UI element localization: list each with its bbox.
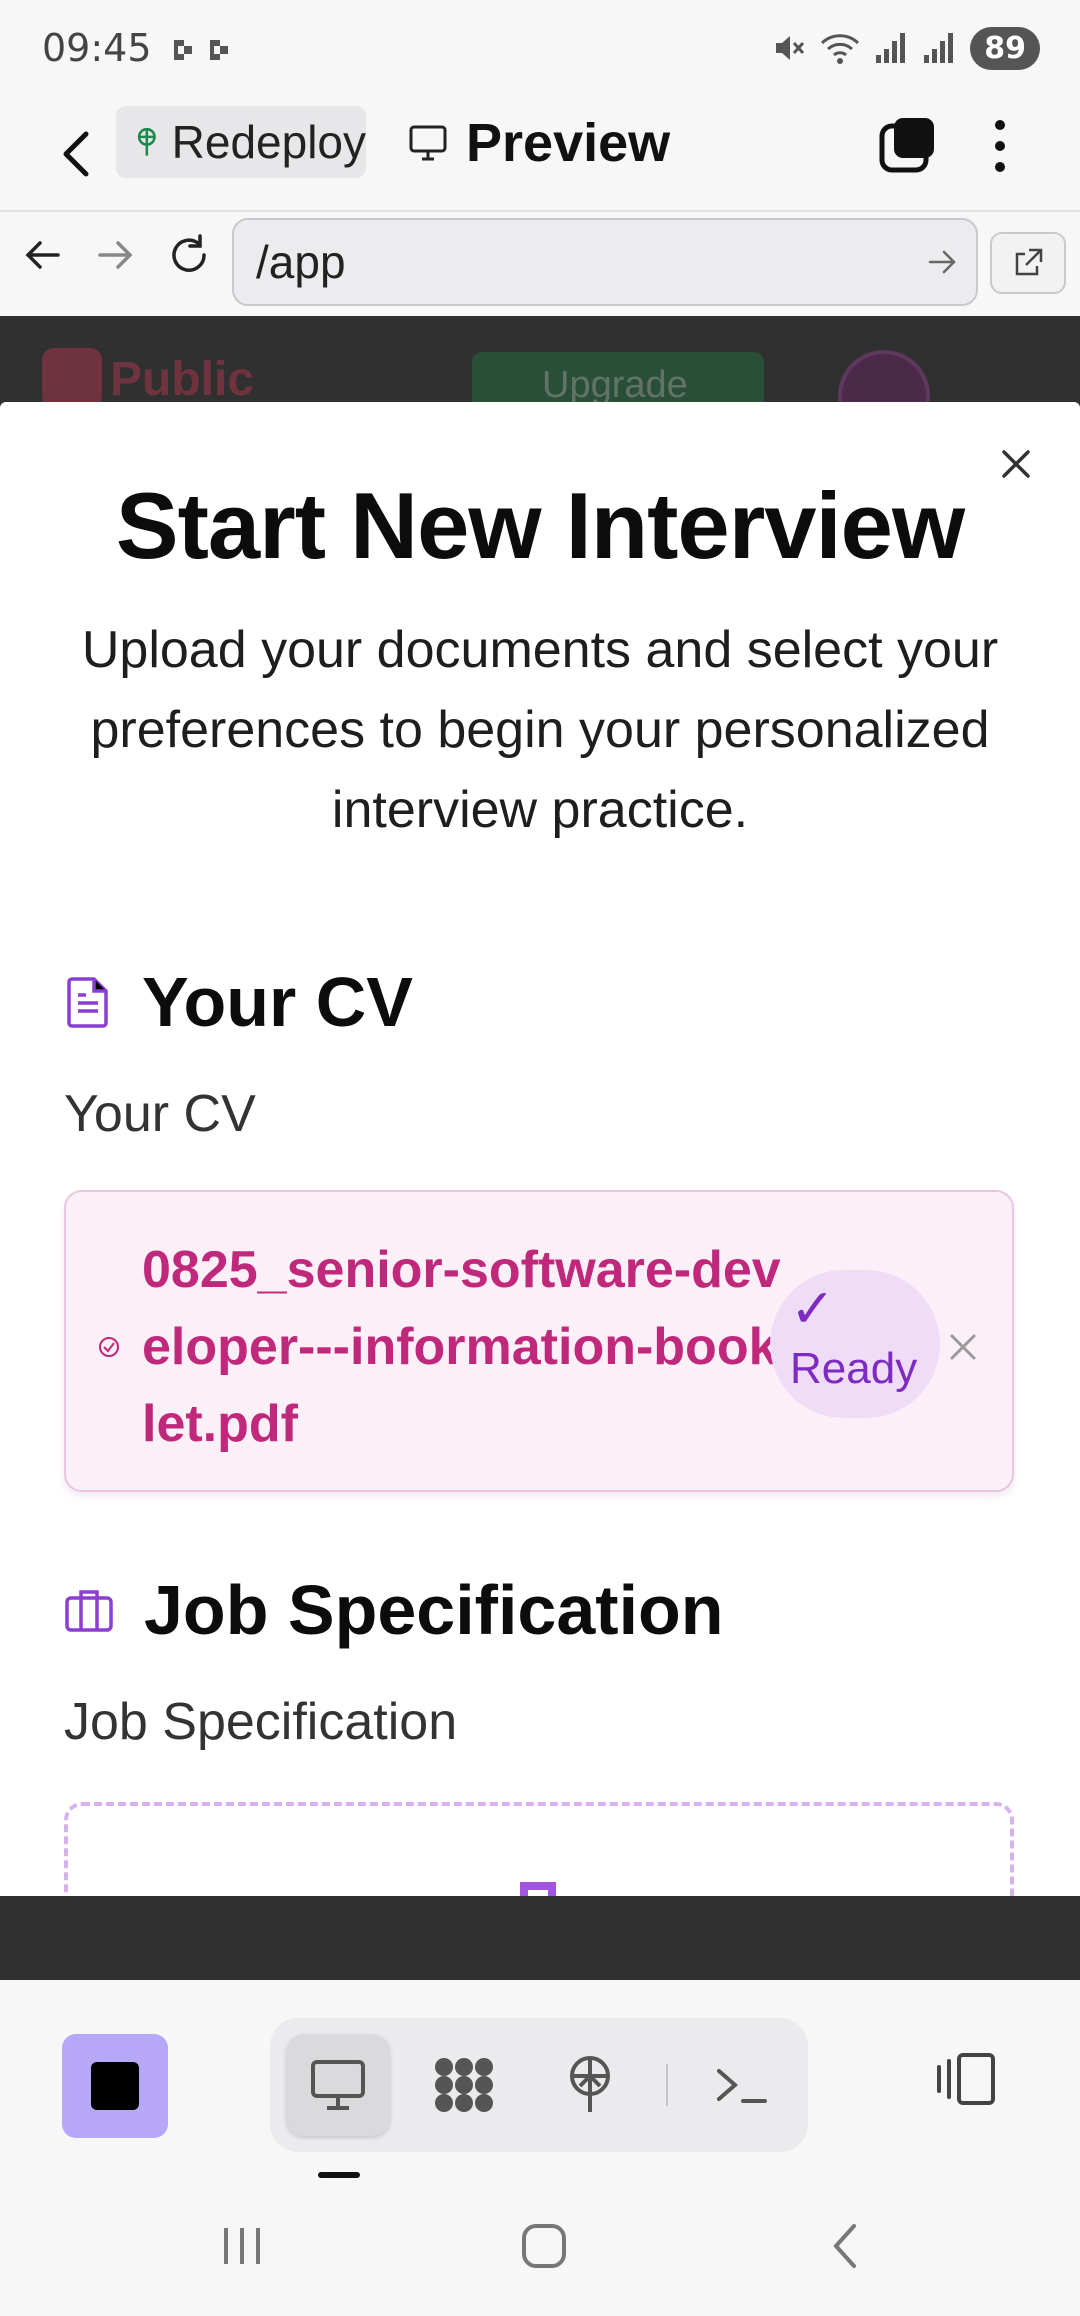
signal-icon [876, 33, 906, 63]
preview-tab[interactable]: Preview [408, 108, 670, 178]
remove-file-icon[interactable] [946, 1330, 980, 1364]
bottom-toolbar [0, 1980, 1080, 2180]
split-view-button[interactable] [928, 2036, 1004, 2122]
mute-icon [776, 36, 805, 60]
stop-button[interactable] [62, 2034, 168, 2138]
cv-section-heading: Your CV [64, 962, 413, 1042]
reload-icon[interactable] [164, 230, 214, 280]
app-bar: Redeploy Preview [0, 96, 1080, 212]
cv-file-card: 0825_senior-software-developer---informa… [64, 1190, 1014, 1492]
job-section-heading: Job Specification [64, 1570, 724, 1650]
monitor-icon [409, 125, 447, 161]
browser-bar [0, 212, 1080, 316]
background-app-header: Public Upgrade [0, 316, 1080, 442]
home-icon[interactable] [514, 2216, 574, 2276]
wifi-icon [821, 34, 860, 64]
signal-icon-2 [924, 33, 954, 63]
monitor-icon [311, 2060, 365, 2110]
deploy-mode-button[interactable] [538, 2034, 642, 2136]
preview-mode-button[interactable] [286, 2034, 390, 2136]
go-arrow-icon[interactable] [924, 244, 960, 280]
status-badge: ✓ Ready [770, 1270, 940, 1418]
app-logo [42, 348, 102, 408]
document-icon [67, 977, 108, 1028]
external-link-icon [1015, 248, 1043, 276]
grid-blob-icon [435, 2058, 493, 2112]
modal-subtitle: Upload your documents and select your pr… [81, 621, 999, 839]
viewport-bottom-bar [0, 1896, 1080, 1980]
cv-field-label: Your CV [64, 1085, 256, 1143]
back-arrow-icon[interactable] [52, 126, 102, 182]
redeploy-tab[interactable]: Redeploy [116, 106, 366, 178]
shell-mode-button[interactable] [690, 2034, 794, 2136]
notification-icons [174, 40, 228, 60]
status-icons: 89 [772, 26, 1040, 70]
check-circle-icon [99, 1337, 119, 1357]
cv-file-name: 0825_senior-software-developer---informa… [142, 1241, 781, 1453]
deploy-icon [137, 127, 156, 156]
more-menu-button[interactable] [982, 114, 1018, 178]
terminal-icon [717, 2069, 767, 2103]
cv-heading: Your CV [142, 963, 413, 1041]
mode-switcher [270, 2018, 808, 2152]
mode-divider [666, 2064, 668, 2106]
start-interview-modal: Start New Interview Upload your document… [0, 402, 1080, 1980]
job-heading: Job Specification [144, 1571, 724, 1649]
recent-apps-icon[interactable] [212, 2216, 272, 2276]
open-external-button[interactable] [990, 232, 1066, 294]
battery-indicator: 89 [970, 26, 1040, 70]
system-back-icon[interactable] [816, 2216, 876, 2276]
modal-title: Start New Interview [115, 473, 965, 578]
stop-icon [91, 2062, 139, 2110]
workspace-mode-button[interactable] [412, 2034, 516, 2136]
ready-tick: ✓ [790, 1279, 836, 1339]
forward-icon[interactable] [90, 230, 140, 280]
redeploy-label: Redeploy [171, 116, 366, 168]
status-bar: 09:45 89 [0, 0, 1080, 96]
preview-label: Preview [466, 113, 671, 173]
back-icon[interactable] [18, 230, 68, 280]
active-mode-indicator [318, 2172, 360, 2178]
status-time: 09:45 [42, 26, 152, 70]
url-field[interactable] [232, 218, 978, 306]
briefcase-icon [65, 1590, 113, 1632]
deploy-icon [570, 2056, 610, 2112]
tabs-icon[interactable] [878, 116, 938, 176]
job-field-label: Job Specification [64, 1693, 458, 1751]
page-viewport: Public Upgrade Start New Interview Uploa… [0, 316, 1080, 1980]
ready-label: Ready [790, 1344, 918, 1393]
url-input[interactable] [256, 234, 896, 290]
split-view-icon [937, 2053, 995, 2105]
system-navigation-bar [0, 2180, 1080, 2316]
